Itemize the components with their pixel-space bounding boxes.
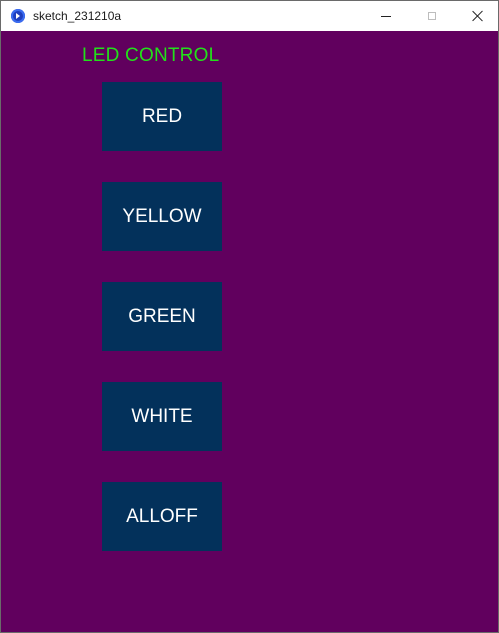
white-button-label: WHITE xyxy=(131,405,193,427)
green-button-label: GREEN xyxy=(128,305,196,327)
maximize-button[interactable] xyxy=(409,1,455,31)
minimize-icon xyxy=(381,15,391,17)
window-title: sketch_231210a xyxy=(33,9,122,23)
close-button[interactable] xyxy=(455,1,499,31)
yellow-button-label: YELLOW xyxy=(122,205,202,227)
red-button[interactable]: RED xyxy=(102,82,222,151)
led-control-heading: LED CONTROL xyxy=(82,45,220,66)
all-off-button[interactable]: ALLOFF xyxy=(102,482,222,551)
title-bar[interactable]: sketch_231210a xyxy=(1,1,498,31)
app-window: sketch_231210a LED CONTROL RED YELLOW GR… xyxy=(0,0,499,633)
all-off-button-label: ALLOFF xyxy=(126,505,198,527)
maximize-icon xyxy=(428,12,436,20)
sketch-canvas: LED CONTROL RED YELLOW GREEN WHITE ALLOF… xyxy=(1,31,498,632)
minimize-button[interactable] xyxy=(363,1,409,31)
red-button-label: RED xyxy=(141,105,183,127)
white-button[interactable]: WHITE xyxy=(102,382,222,451)
processing-app-icon xyxy=(11,9,25,23)
green-button[interactable]: GREEN xyxy=(102,282,222,351)
yellow-button[interactable]: YELLOW xyxy=(102,182,222,251)
close-icon xyxy=(472,10,484,22)
